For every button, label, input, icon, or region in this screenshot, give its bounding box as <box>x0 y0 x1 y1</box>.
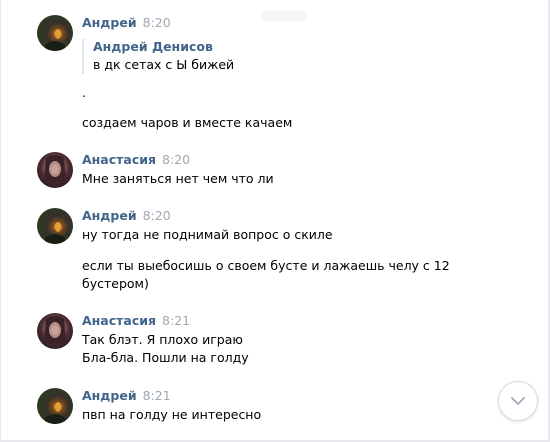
message-header: Анастасия 8:20 <box>82 152 190 168</box>
message-header: Анастасия 8:21 <box>82 313 190 329</box>
avatar[interactable] <box>37 152 73 188</box>
message-time[interactable]: 8:20 <box>143 208 171 223</box>
message-text: создаем чаров и вместе качаем <box>82 115 293 130</box>
message-text: если ты выебосишь о своем бусте и лажаеш… <box>82 258 450 273</box>
message-text: Так блэт. Я плохо играю <box>82 332 243 347</box>
forwarded-text: в дк сетах с Ы бижей <box>93 57 235 72</box>
author-name[interactable]: Андрей <box>82 208 137 223</box>
message-item[interactable]: Анастасия 8:21 Так блэт. Я плохо играю Бл… <box>37 313 507 369</box>
author-name[interactable]: Анастасия <box>82 152 156 167</box>
message-item[interactable]: Андрей 8:20 Андрей Денисов в дк сетах с Ы… <box>37 15 507 135</box>
message-text: бустером) <box>82 276 149 291</box>
message-time[interactable]: 8:21 <box>162 313 190 328</box>
message-text: Бла-бла. Пошли на голду <box>82 350 249 365</box>
message-item[interactable]: Андрей 8:20 ну тогда не поднимай вопрос о… <box>37 208 507 298</box>
author-name[interactable]: Андрей <box>82 15 137 30</box>
message-item[interactable]: Андрей 8:21 пвп на голду не интересно <box>37 388 507 428</box>
avatar[interactable] <box>37 313 73 349</box>
chat-left-border <box>0 0 1 442</box>
message-text: пвп на голду не интересно <box>82 407 262 422</box>
message-header: Андрей 8:20 <box>82 208 171 224</box>
message-text: Мне заняться нет чем что ли <box>82 171 274 186</box>
chevron-down-icon <box>511 397 525 405</box>
message-time[interactable]: 8:20 <box>162 152 190 167</box>
avatar[interactable] <box>37 208 73 244</box>
message-item[interactable]: Анастасия 8:20 Мне заняться нет чем что л… <box>37 152 507 192</box>
avatar[interactable] <box>37 388 73 424</box>
message-time[interactable]: 8:20 <box>143 15 171 30</box>
message-text: ну тогда не поднимай вопрос о скиле <box>82 227 333 242</box>
message-header: Андрей 8:20 <box>82 15 171 31</box>
author-name[interactable]: Андрей <box>82 388 137 403</box>
message-header: Андрей 8:21 <box>82 388 171 404</box>
forwarded-message[interactable]: Андрей Денисов в дк сетах с Ы бижей <box>82 39 234 74</box>
forwarded-author[interactable]: Андрей Денисов <box>93 39 234 55</box>
author-name[interactable]: Анастасия <box>82 313 156 328</box>
scroll-to-bottom-button[interactable] <box>498 381 538 421</box>
message-time[interactable]: 8:21 <box>143 388 171 403</box>
avatar[interactable] <box>37 15 73 51</box>
message-text: . <box>82 85 86 100</box>
